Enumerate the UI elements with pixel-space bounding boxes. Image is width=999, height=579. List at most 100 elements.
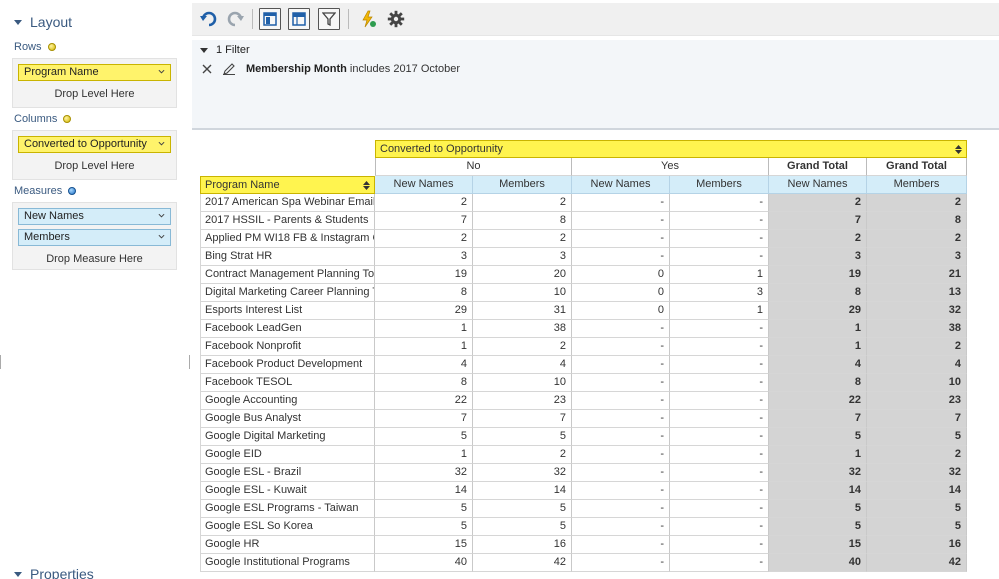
value-cell: - <box>670 518 769 536</box>
value-cell: 5 <box>473 428 572 446</box>
columns-pill-label: Converted to Opportunity <box>24 138 147 150</box>
properties-section-header[interactable]: Properties <box>14 566 94 579</box>
row-label[interactable]: Facebook LeadGen <box>200 320 375 338</box>
value-cell: 10 <box>473 374 572 392</box>
value-cell: - <box>670 374 769 392</box>
measure-header[interactable]: New Names <box>769 176 867 194</box>
panel-edge-handle[interactable] <box>0 355 1 369</box>
value-cell: 8 <box>375 284 473 302</box>
row-label[interactable]: Google ESL Programs - Taiwan <box>200 500 375 518</box>
row-label[interactable]: 2017 American Spa Webinar Email <box>200 194 375 212</box>
grand-total-cell: 3 <box>769 248 867 266</box>
sort-icon[interactable] <box>955 145 962 154</box>
refresh-data-button[interactable] <box>357 8 379 30</box>
row-label[interactable]: Facebook Nonprofit <box>200 338 375 356</box>
row-label[interactable]: Applied PM WI18 FB & Instagram Car <box>200 230 375 248</box>
filter-description[interactable]: Membership Month includes 2017 October <box>246 63 460 75</box>
toolbar <box>192 3 999 36</box>
group-header-yes: Yes <box>572 158 769 176</box>
chevron-down-icon[interactable] <box>158 68 165 75</box>
edit-pencil-icon[interactable] <box>222 63 236 75</box>
row-label[interactable]: Google EID <box>200 446 375 464</box>
measures-label: Measures <box>14 185 63 197</box>
layout-view-button[interactable] <box>259 8 281 30</box>
collapse-caret-icon[interactable] <box>14 19 22 25</box>
row-label[interactable]: Google Institutional Programs <box>200 554 375 572</box>
close-icon[interactable] <box>202 64 212 74</box>
undo-button[interactable] <box>198 8 220 30</box>
rows-drop-hint: Drop Level Here <box>54 88 135 100</box>
redo-button[interactable] <box>224 8 246 30</box>
layout-section-header[interactable]: Layout <box>14 14 72 30</box>
grand-total-cell: 5 <box>769 428 867 446</box>
row-label[interactable]: Google ESL - Kuwait <box>200 482 375 500</box>
value-cell: - <box>572 338 670 356</box>
measure-header[interactable]: New Names <box>572 176 670 194</box>
value-cell: 14 <box>375 482 473 500</box>
panel-splitter-handle[interactable] <box>189 355 190 369</box>
value-cell: - <box>572 356 670 374</box>
value-cell: - <box>572 554 670 572</box>
value-cell: - <box>670 464 769 482</box>
row-label[interactable]: Esports Interest List <box>200 302 375 320</box>
grand-total-cell: 3 <box>867 248 967 266</box>
value-cell: 7 <box>375 212 473 230</box>
columns-label-group: Columns <box>14 113 72 125</box>
value-cell: 29 <box>375 302 473 320</box>
grand-total-cell: 29 <box>769 302 867 320</box>
collapse-caret-icon[interactable] <box>200 47 208 53</box>
refresh-icon <box>362 10 376 28</box>
value-cell: - <box>572 518 670 536</box>
rows-drop-zone[interactable]: Program Name Drop Level Here <box>12 58 177 108</box>
rows-pill-label: Program Name <box>24 66 99 78</box>
measure-header[interactable]: Members <box>473 176 572 194</box>
table-view-button[interactable] <box>288 8 310 30</box>
row-label[interactable]: Google ESL - Brazil <box>200 464 375 482</box>
value-cell: 1 <box>670 266 769 284</box>
row-dimension-header[interactable]: Program Name <box>200 176 375 194</box>
row-label[interactable]: Google Bus Analyst <box>200 410 375 428</box>
column-dimension-header[interactable]: Converted to Opportunity <box>375 140 967 158</box>
columns-pill-converted[interactable]: Converted to Opportunity <box>18 136 171 153</box>
measure-pill-label: New Names <box>24 210 84 222</box>
value-cell: - <box>572 230 670 248</box>
measure-pill-new-names[interactable]: New Names <box>18 208 171 225</box>
settings-button[interactable] <box>385 8 407 30</box>
row-label[interactable]: Google ESL So Korea <box>200 518 375 536</box>
filter-count: 1 Filter <box>216 44 250 56</box>
value-cell: - <box>670 482 769 500</box>
measure-header[interactable]: Members <box>867 176 967 194</box>
grand-total-cell: 2 <box>867 338 967 356</box>
row-label[interactable]: Contract Management Planning Toolk <box>200 266 375 284</box>
rows-pill-program-name[interactable]: Program Name <box>18 64 171 81</box>
value-cell: 2 <box>375 230 473 248</box>
row-label[interactable]: Facebook Product Development <box>200 356 375 374</box>
value-cell: 23 <box>473 392 572 410</box>
grand-total-cell: 32 <box>769 464 867 482</box>
grand-total-cell: 16 <box>867 536 967 554</box>
filter-button[interactable] <box>318 8 340 30</box>
row-label[interactable]: Bing Strat HR <box>200 248 375 266</box>
value-cell: 32 <box>375 464 473 482</box>
columns-drop-zone[interactable]: Converted to Opportunity Drop Level Here <box>12 130 177 180</box>
row-label[interactable]: Google HR <box>200 536 375 554</box>
measure-header[interactable]: New Names <box>375 176 473 194</box>
filter-row: Membership Month includes 2017 October <box>202 63 460 75</box>
row-label[interactable]: Facebook TESOL <box>200 374 375 392</box>
row-label[interactable]: Digital Marketing Career Planning Too <box>200 284 375 302</box>
chevron-down-icon[interactable] <box>158 140 165 147</box>
row-label[interactable]: Google Digital Marketing <box>200 428 375 446</box>
layout-title: Layout <box>30 14 73 30</box>
measure-header[interactable]: Members <box>670 176 769 194</box>
filter-section-header[interactable]: 1 Filter <box>200 44 250 56</box>
sort-icon[interactable] <box>363 181 370 190</box>
measure-pill-members[interactable]: Members <box>18 229 171 246</box>
chevron-down-icon[interactable] <box>158 233 165 240</box>
value-cell: - <box>572 320 670 338</box>
row-label[interactable]: 2017 HSSIL - Parents & Students <box>200 212 375 230</box>
measures-drop-zone[interactable]: New Names Members Drop Measure Here <box>12 202 177 270</box>
chevron-down-icon[interactable] <box>158 212 165 219</box>
row-label[interactable]: Google Accounting <box>200 392 375 410</box>
value-cell: 2 <box>473 194 572 212</box>
collapse-caret-icon[interactable] <box>14 571 22 577</box>
